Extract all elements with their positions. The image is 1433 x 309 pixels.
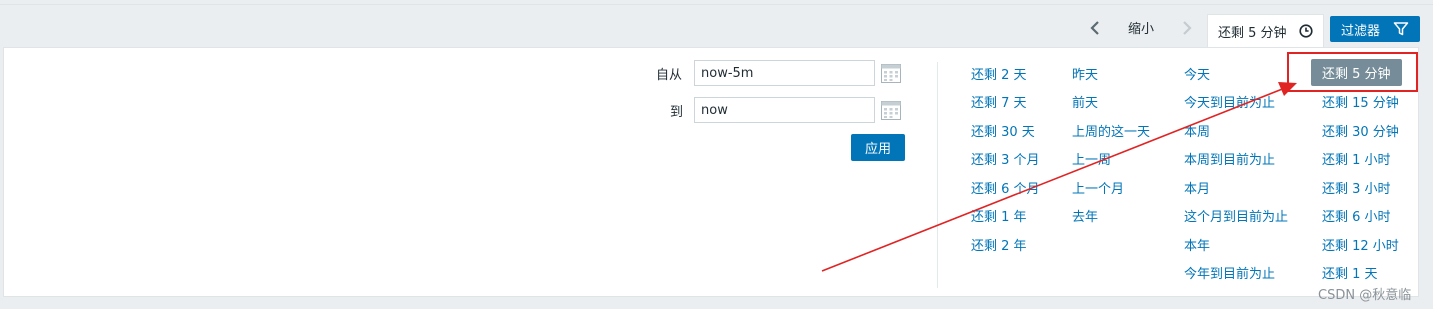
quick-range-link[interactable]: 还剩 12 小时 — [1322, 235, 1399, 254]
chevron-right-icon — [1183, 21, 1192, 35]
to-input[interactable] — [694, 97, 875, 123]
quick-range-link[interactable]: 前天 — [1072, 92, 1098, 111]
to-label: 到 — [670, 105, 684, 120]
next-period-button[interactable] — [1177, 16, 1197, 40]
clock-icon — [1299, 24, 1313, 38]
quick-range-link[interactable]: 昨天 — [1072, 64, 1098, 83]
highlight-box — [1287, 52, 1418, 92]
quick-range-link[interactable]: 上一周 — [1072, 149, 1111, 168]
quick-range-link[interactable]: 今天到目前为止 — [1184, 92, 1275, 111]
calendar-icon[interactable] — [880, 99, 902, 121]
quick-range-link[interactable]: 上周的这一天 — [1072, 121, 1150, 140]
top-divider — [0, 4, 1433, 5]
quick-range-link[interactable]: 今年到目前为止 — [1184, 263, 1275, 282]
quick-range-link[interactable]: 还剩 1 小时 — [1322, 149, 1391, 168]
quick-range-link[interactable]: 还剩 15 分钟 — [1322, 92, 1399, 111]
top-bar: 缩小 还剩 5 分钟 过滤器 — [0, 0, 1433, 48]
quick-range-link[interactable]: 还剩 2 年 — [971, 235, 1027, 254]
quick-range-link[interactable]: 还剩 3 小时 — [1322, 178, 1391, 197]
quick-range-link[interactable]: 还剩 6 小时 — [1322, 206, 1391, 225]
quick-range-link[interactable]: 这个月到目前为止 — [1184, 206, 1288, 225]
quick-range-link[interactable]: 还剩 7 天 — [971, 92, 1027, 111]
chevron-left-icon — [1090, 21, 1099, 35]
prev-period-button[interactable] — [1085, 16, 1105, 40]
filter-icon — [1393, 22, 1409, 36]
filter-button[interactable]: 过滤器 — [1330, 16, 1420, 42]
apply-button[interactable]: 应用 — [851, 134, 905, 161]
quick-range-link[interactable]: 还剩 1 天 — [1322, 263, 1378, 282]
filter-panel: 自从 到 应用 还剩 2 天 还剩 7 天 还剩 30 天 还剩 3 个月 还剩… — [3, 47, 1419, 297]
quick-range-link[interactable]: 去年 — [1072, 206, 1098, 225]
time-range-tab[interactable]: 还剩 5 分钟 — [1207, 14, 1324, 48]
quick-range-link[interactable]: 本年 — [1184, 235, 1210, 254]
quick-range-link[interactable]: 还剩 6 个月 — [971, 178, 1040, 197]
column-divider — [937, 62, 938, 288]
from-label: 自从 — [656, 68, 683, 83]
watermark: CSDN @秋意临 — [1318, 288, 1412, 303]
quick-range-link[interactable]: 还剩 3 个月 — [971, 149, 1040, 168]
calendar-icon[interactable] — [880, 62, 902, 84]
zoom-out-button[interactable]: 缩小 — [1128, 18, 1154, 37]
quick-range-link[interactable]: 本周到目前为止 — [1184, 149, 1275, 168]
quick-range-link[interactable]: 还剩 2 天 — [971, 64, 1027, 83]
from-input[interactable] — [694, 60, 875, 86]
quick-range-link[interactable]: 还剩 30 分钟 — [1322, 121, 1399, 140]
quick-range-link[interactable]: 上一个月 — [1072, 178, 1124, 197]
quick-range-link[interactable]: 今天 — [1184, 64, 1210, 83]
filter-label: 过滤器 — [1341, 23, 1381, 39]
quick-range-link[interactable]: 还剩 1 年 — [971, 206, 1027, 225]
quick-range-link[interactable]: 本月 — [1184, 178, 1210, 197]
quick-range-link[interactable]: 本周 — [1184, 121, 1210, 140]
time-range-label: 还剩 5 分钟 — [1218, 26, 1287, 41]
quick-range-link[interactable]: 还剩 30 天 — [971, 121, 1035, 140]
